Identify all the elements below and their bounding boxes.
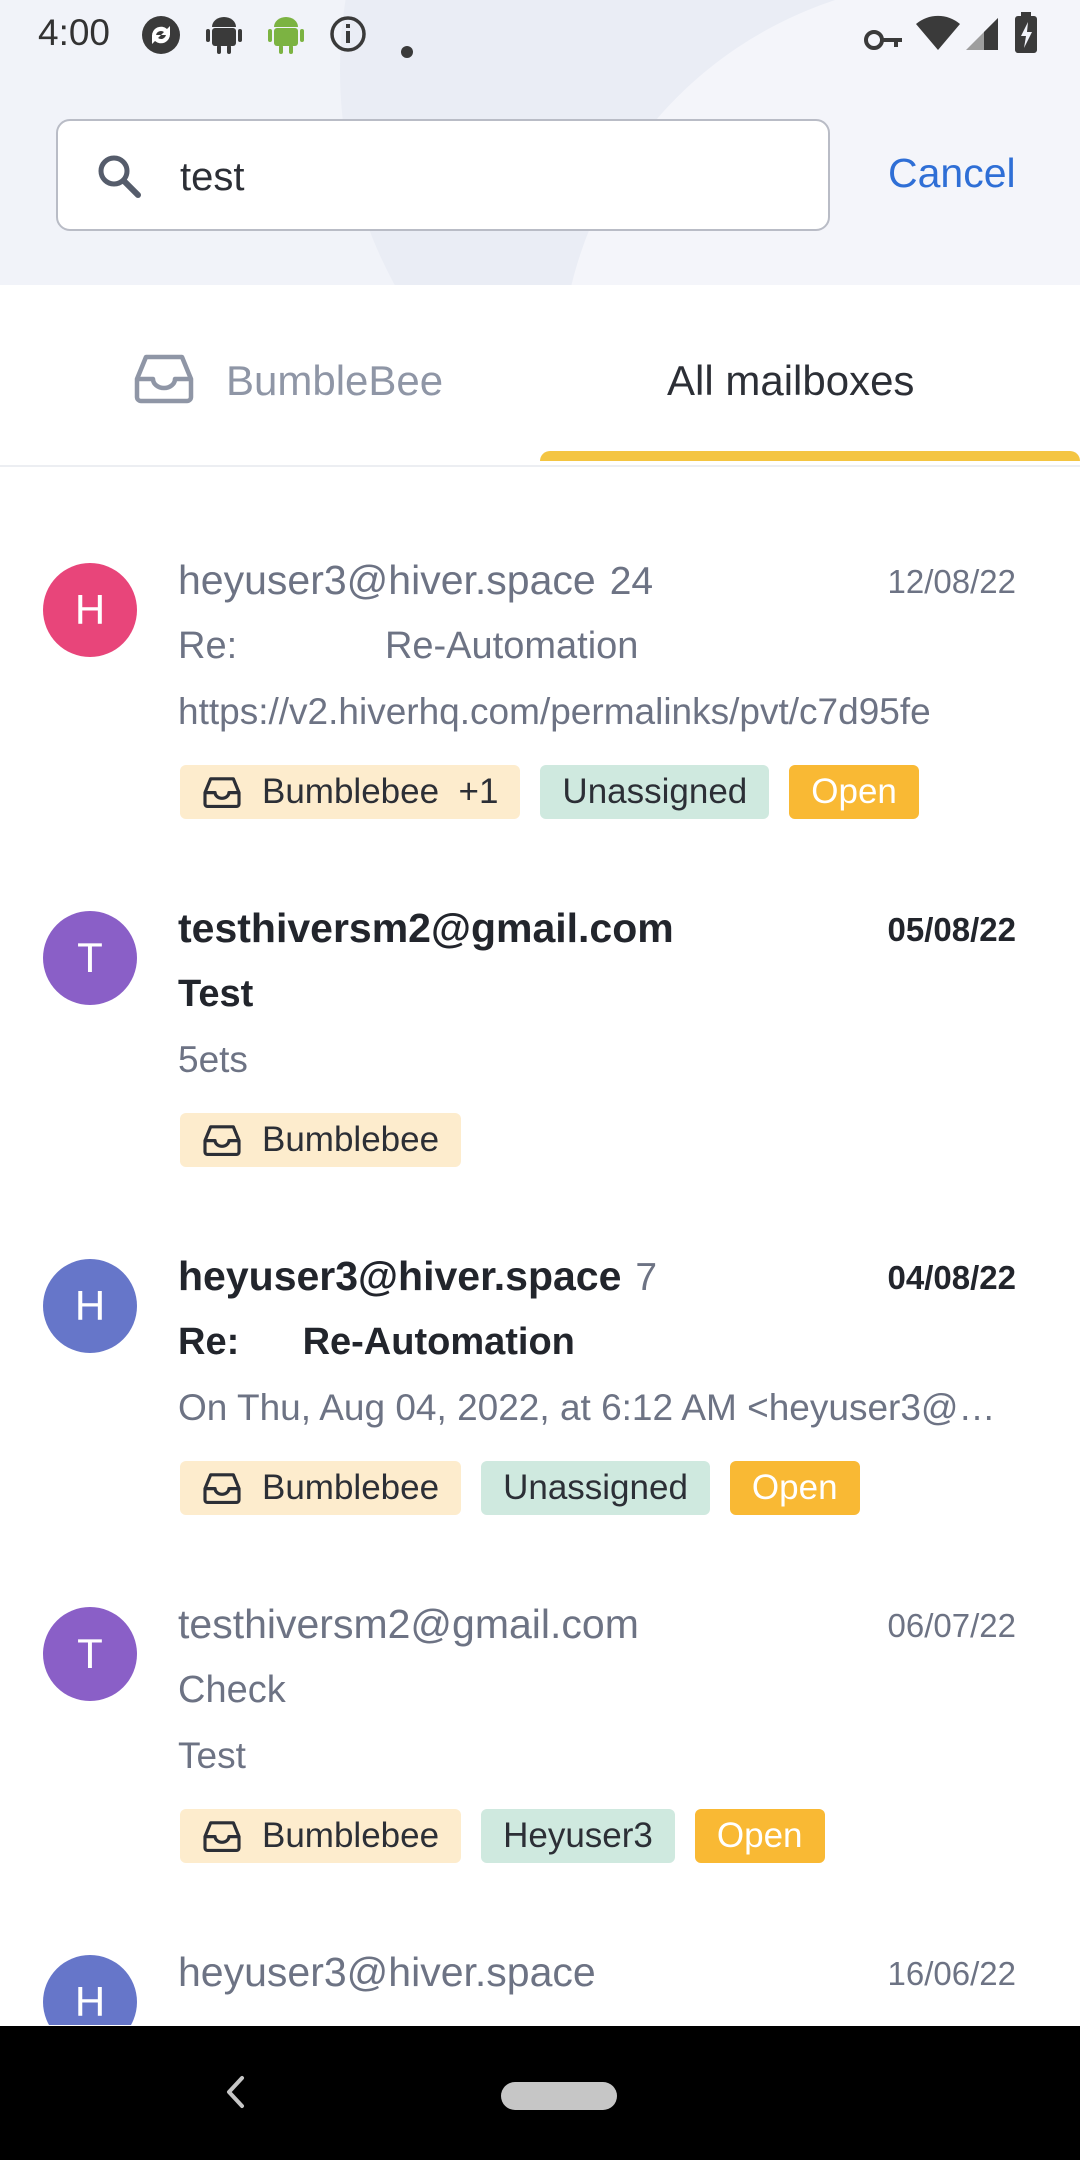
sender-email: heyuser3@hiver.space <box>178 1949 596 1995</box>
conversation-list: H heyuser3@hiver.space 24 12/08/22 Re: Re… <box>0 465 1080 2025</box>
subject: Test <box>178 973 254 1015</box>
preview: https://v2.hiverhq.com/permalinks/pvt/c7… <box>178 691 931 732</box>
dot-icon <box>400 26 414 68</box>
status-tag: Open <box>694 1809 825 1863</box>
inbox-icon <box>203 777 241 809</box>
sender-email: testhiversm2@gmail.com <box>178 1601 639 1647</box>
conversation-row[interactable]: H heyuser3@hiver.space 7 04/08/22 Re: Re-… <box>0 1161 1080 1515</box>
home-pill-icon[interactable] <box>501 2082 617 2110</box>
conversation-row[interactable]: H heyuser3@hiver.space 16/06/22 <box>0 1857 1080 2025</box>
status-time: 4:00 <box>38 12 111 53</box>
date: 16/06/22 <box>887 1955 1016 1992</box>
android-green-icon <box>266 14 306 65</box>
search-input[interactable] <box>178 143 802 211</box>
avatar: H <box>43 563 137 657</box>
mailbox-tag-label: Bumblebee <box>262 1120 440 1159</box>
avatar: H <box>43 1955 137 2025</box>
battery-charging-icon <box>1014 12 1038 63</box>
tag-row: Bumblebee Heyuser3 Open <box>180 1809 825 1863</box>
search-box[interactable] <box>56 119 830 231</box>
tab-label: BumbleBee <box>226 357 444 404</box>
assignee-tag: Unassigned <box>540 765 770 819</box>
preview: On Thu, Aug 04, 2022, at 6:12 AM <heyuse… <box>178 1387 996 1428</box>
status-bar: 4:00 <box>0 0 1080 66</box>
vpn-key-icon <box>864 20 904 62</box>
conversation-row[interactable]: T testhiversm2@gmail.com 06/07/22 Check … <box>0 1509 1080 1863</box>
mailbox-tag: Bumblebee +1 <box>180 765 521 819</box>
status-tag: Open <box>729 1461 860 1515</box>
sender: testhiversm2@gmail.com <box>178 905 674 952</box>
status-tag: Open <box>789 765 919 819</box>
subject: Re: Re-Automation <box>178 1321 575 1363</box>
assignee-tag: Unassigned <box>481 1461 710 1515</box>
sender-email: heyuser3@hiver.space <box>178 557 596 603</box>
inbox-icon <box>134 351 194 410</box>
assignee-tag: Heyuser3 <box>481 1809 675 1863</box>
tag-row: Bumblebee +1 Unassigned Open <box>180 765 919 819</box>
subject: Re: Re-Automation <box>178 625 639 667</box>
sender: heyuser3@hiver.space <box>178 1949 596 1996</box>
thread-count: 7 <box>635 1256 658 1299</box>
inbox-icon <box>203 1473 241 1505</box>
mailbox-tag: Bumblebee <box>180 1113 462 1167</box>
mailbox-tag: Bumblebee <box>180 1809 462 1863</box>
mailbox-tabs: BumbleBee All mailboxes <box>0 285 1080 467</box>
mailbox-tag-label: Bumblebee <box>262 1816 440 1855</box>
conversation-row[interactable]: T testhiversm2@gmail.com 05/08/22 Test 5… <box>0 813 1080 1167</box>
preview: Test <box>178 1735 246 1776</box>
search-header: 4:00 Cancel <box>0 0 1080 285</box>
avatar: T <box>43 1607 137 1701</box>
thread-count: 24 <box>609 560 654 603</box>
signal-icon <box>964 16 1000 61</box>
tab-all-mailboxes[interactable]: All mailboxes <box>667 357 914 405</box>
mailbox-tag-label: Bumblebee +1 <box>262 772 499 811</box>
tag-row: Bumblebee Unassigned Open <box>180 1461 860 1515</box>
preview: 5ets <box>178 1039 248 1080</box>
inbox-icon <box>203 1125 241 1157</box>
sync-icon <box>140 14 182 65</box>
mailbox-tag-label: Bumblebee <box>262 1468 440 1507</box>
sender: testhiversm2@gmail.com <box>178 1601 639 1648</box>
sender: heyuser3@hiver.space 7 <box>178 1253 657 1300</box>
back-icon[interactable] <box>224 2074 246 2115</box>
date: 04/08/22 <box>887 1259 1016 1296</box>
avatar: H <box>43 1259 137 1353</box>
sender: heyuser3@hiver.space 24 <box>178 557 653 604</box>
sender-email: heyuser3@hiver.space <box>178 1253 622 1299</box>
date: 06/07/22 <box>887 1607 1016 1644</box>
info-icon <box>328 14 368 63</box>
inbox-icon <box>203 1821 241 1853</box>
search-icon <box>96 153 142 204</box>
sender-email: testhiversm2@gmail.com <box>178 905 674 951</box>
cancel-button[interactable]: Cancel <box>888 150 1016 197</box>
wifi-icon <box>914 14 962 61</box>
system-nav-bar <box>0 2026 1080 2160</box>
date: 12/08/22 <box>887 563 1016 600</box>
avatar: T <box>43 911 137 1005</box>
subject: Check <box>178 1669 286 1711</box>
android-icon <box>204 14 244 65</box>
date: 05/08/22 <box>887 911 1016 948</box>
mailbox-tag: Bumblebee <box>180 1461 462 1515</box>
tag-row: Bumblebee <box>180 1113 462 1167</box>
conversation-row[interactable]: H heyuser3@hiver.space 24 12/08/22 Re: Re… <box>0 465 1080 819</box>
active-tab-indicator <box>540 451 1080 461</box>
